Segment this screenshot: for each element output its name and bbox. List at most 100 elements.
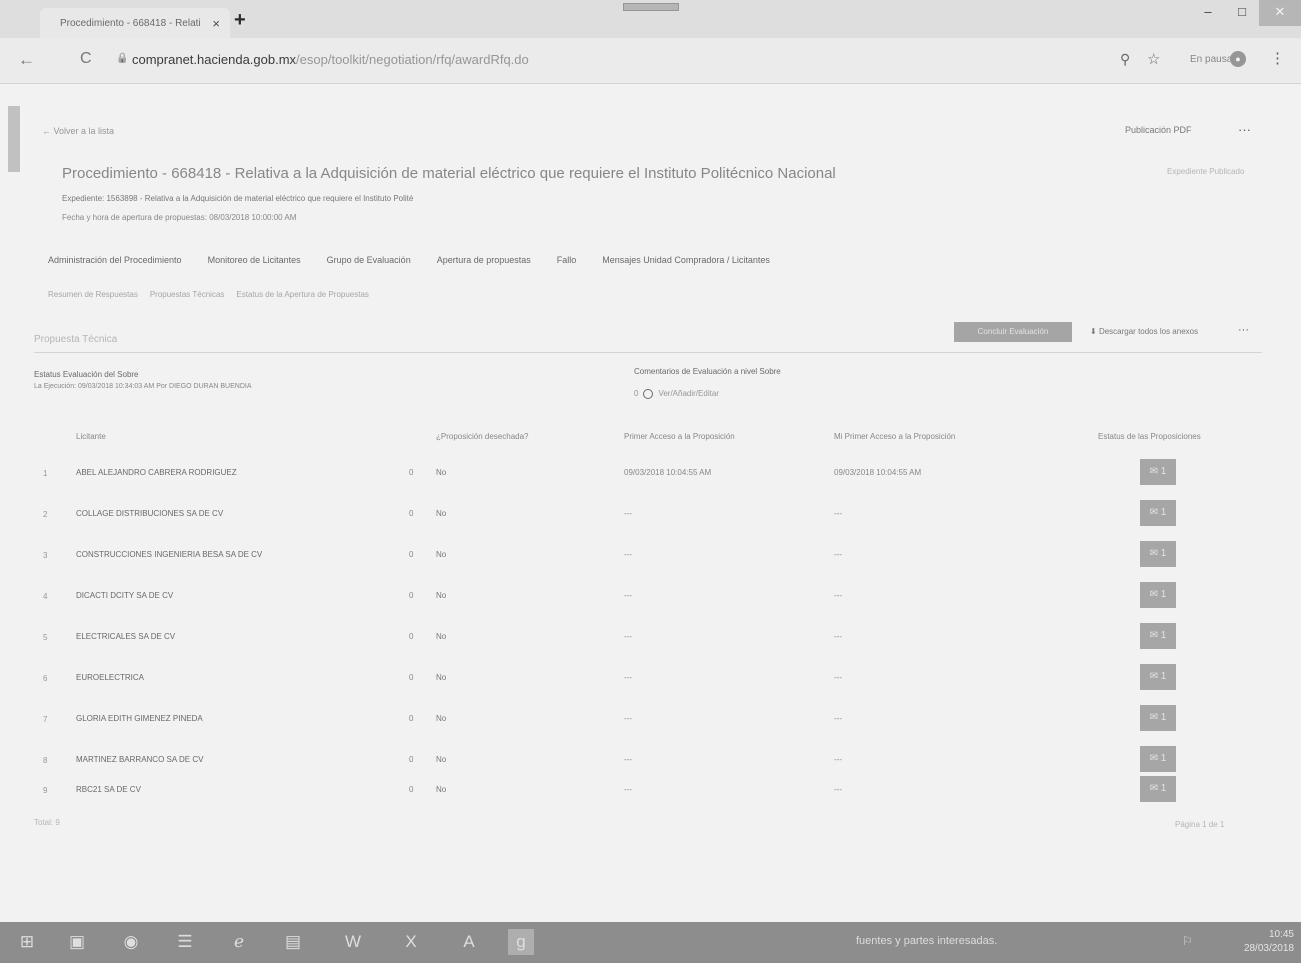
desechada-value: No — [436, 591, 447, 600]
app-r-icon[interactable]: ▣ — [64, 929, 90, 955]
licitante-name[interactable]: COLLAGE DISTRIBUCIONES SA DE CV — [76, 509, 223, 518]
chrome-icon[interactable]: g — [508, 929, 534, 955]
row-count: 0 — [409, 550, 414, 559]
more-options-icon[interactable]: ··· — [1238, 122, 1251, 137]
table-total: Total: 9 — [34, 818, 60, 827]
start-menu-icon[interactable]: ⊞ — [14, 929, 40, 955]
side-feedback-tab[interactable] — [8, 106, 20, 172]
licitante-name[interactable]: EUROELECTRICA — [76, 673, 144, 682]
envelope-status-button[interactable]: ✉ 1 — [1140, 459, 1176, 485]
col-primer-acceso[interactable]: Primer Acceso a la Proposición — [624, 432, 735, 441]
lock-icon[interactable]: 🔒 — [116, 53, 128, 64]
desechada-value: No — [436, 755, 447, 764]
desechada-value: No — [436, 509, 447, 518]
new-tab-button[interactable]: + — [234, 9, 246, 32]
col-desechada[interactable]: ¿Proposición desechada? — [436, 432, 529, 441]
folder-icon[interactable]: ▤ — [280, 929, 306, 955]
tab-title: Procedimiento - 668418 - Relati — [60, 18, 201, 29]
row-number: 1 — [43, 469, 48, 478]
browser-menu-icon[interactable]: ⋮ — [1270, 49, 1285, 67]
tab-fallo[interactable]: Fallo — [557, 255, 577, 265]
file-explorer-icon[interactable]: ☰ — [172, 929, 198, 955]
envelope-status-button[interactable]: ✉ 1 — [1140, 541, 1176, 567]
close-window-button[interactable]: ✕ — [1259, 0, 1301, 26]
envelope-status-button[interactable]: ✉ 1 — [1140, 776, 1176, 802]
avatar[interactable]: ● — [1230, 51, 1246, 67]
publish-pdf-link[interactable]: Publicación PDF — [1125, 125, 1192, 135]
tab-apertura[interactable]: Apertura de propuestas — [437, 255, 531, 265]
licitante-name[interactable]: DICACTI DCITY SA DE CV — [76, 591, 173, 600]
primer-acceso-value: --- — [624, 509, 632, 518]
maximize-button[interactable]: □ — [1225, 0, 1259, 26]
page-title: Procedimiento - 668418 - Relativa a la A… — [62, 165, 836, 182]
conclude-evaluation-button[interactable]: Concluir Evaluación — [954, 322, 1072, 342]
licitante-name[interactable]: MARTINEZ BARRANCO SA DE CV — [76, 755, 203, 764]
sync-paused-label[interactable]: En pausa — [1190, 54, 1232, 65]
subtab-estatus-apertura[interactable]: Estatus de la Apertura de Propuestas — [236, 290, 369, 299]
table-row: 3 CONSTRUCCIONES INGENIERIA BESA SA DE C… — [34, 537, 1262, 578]
taskbar-clock[interactable]: 10:45 28/03/2018 — [1228, 928, 1294, 956]
reload-icon[interactable]: C — [80, 50, 92, 68]
back-arrow-icon[interactable]: ← — [18, 50, 35, 70]
minimize-button[interactable]: – — [1191, 0, 1225, 26]
col-mi-primer-acceso[interactable]: Mi Primer Acceso a la Proposición — [834, 432, 955, 441]
subtab-resumen[interactable]: Resumen de Respuestas — [48, 290, 138, 299]
envelope-status-button[interactable]: ✉ 1 — [1140, 500, 1176, 526]
evaluation-status-value: La Ejecución: 09/03/2018 10:34:03 AM Por… — [34, 383, 252, 390]
col-estatus[interactable]: Estatus de las Proposiciones — [1098, 432, 1201, 441]
primer-acceso-value: --- — [624, 785, 632, 794]
windows-taskbar: ⊞ ▣ ◉ ☰ ℯ ▤ W X A g fuentes y partes int… — [0, 922, 1301, 963]
table-row: 7 GLORIA EDITH GIMENEZ PINEDA 0 No --- -… — [34, 701, 1262, 742]
section-more-icon[interactable]: ··· — [1238, 324, 1249, 336]
row-count: 0 — [409, 673, 414, 682]
download-icon: ⬇ — [1090, 327, 1099, 336]
table-row: 5 ELECTRICALES SA DE CV 0 No --- --- ✉ 1 — [34, 619, 1262, 660]
url-field[interactable]: compranet.hacienda.gob.mx/esop/toolkit/n… — [132, 52, 529, 67]
zoom-icon[interactable]: ⚲ — [1120, 51, 1130, 68]
licitante-name[interactable]: ABEL ALEJANDRO CABRERA RODRIGUEZ — [76, 468, 237, 477]
row-count: 0 — [409, 509, 414, 518]
envelope-status-button[interactable]: ✉ 1 — [1140, 746, 1176, 772]
tab-mensajes[interactable]: Mensajes Unidad Compradora / Licitantes — [602, 255, 770, 265]
envelope-status-button[interactable]: ✉ 1 — [1140, 664, 1176, 690]
row-count: 0 — [409, 785, 414, 794]
tab-monitoreo[interactable]: Monitoreo de Licitantes — [208, 255, 301, 265]
excel-icon[interactable]: X — [398, 929, 424, 955]
col-licitante[interactable]: Licitante — [76, 432, 106, 441]
primer-acceso-value: --- — [624, 591, 632, 600]
subtab-tecnicas[interactable]: Propuestas Técnicas — [150, 290, 225, 299]
licitante-name[interactable]: RBC21 SA DE CV — [76, 785, 141, 794]
mi-primer-acceso-value: --- — [834, 550, 842, 559]
url-path: /esop/toolkit/negotiation/rfq/awardRfq.d… — [296, 52, 529, 67]
row-count: 0 — [409, 755, 414, 764]
tab-administracion[interactable]: Administración del Procedimiento — [48, 255, 182, 265]
download-attachments-link[interactable]: ⬇ Descargar todos los anexos — [1090, 327, 1198, 336]
internet-explorer-icon[interactable]: ℯ — [226, 929, 252, 955]
comments-label: Comentarios de Evaluación a nivel Sobre — [634, 367, 781, 376]
envelope-status-button[interactable]: ✉ 1 — [1140, 582, 1176, 608]
expediente-info: Expediente: 1563898 - Relativa a la Adqu… — [62, 194, 414, 203]
envelope-status-button[interactable]: ✉ 1 — [1140, 623, 1176, 649]
back-to-list-link[interactable]: ← Volver a la lista — [42, 126, 114, 136]
envelope-status-button[interactable]: ✉ 1 — [1140, 705, 1176, 731]
row-number: 7 — [43, 715, 48, 724]
clock-time: 10:45 — [1268, 929, 1294, 940]
secondary-tabs: Resumen de Respuestas Propuestas Técnica… — [48, 290, 381, 299]
tab-close-icon[interactable]: × — [212, 16, 220, 31]
evaluation-status-label: Estatus Evaluación del Sobre — [34, 370, 139, 379]
row-number: 3 — [43, 551, 48, 560]
bookmark-star-icon[interactable]: ☆ — [1147, 50, 1160, 68]
divider — [34, 352, 1262, 353]
tab-grupo-evaluacion[interactable]: Grupo de Evaluación — [327, 255, 411, 265]
media-player-icon[interactable]: ◉ — [118, 929, 144, 955]
licitante-name[interactable]: GLORIA EDITH GIMENEZ PINEDA — [76, 714, 203, 723]
comment-icon — [643, 389, 654, 399]
word-icon[interactable]: W — [340, 929, 366, 955]
comments-link[interactable]: 0 Ver/Añadir/Editar — [634, 389, 719, 399]
licitante-name[interactable]: CONSTRUCCIONES INGENIERIA BESA SA DE CV — [76, 550, 262, 559]
table-row: 2 COLLAGE DISTRIBUCIONES SA DE CV 0 No -… — [34, 496, 1262, 537]
browser-tab[interactable]: Procedimiento - 668418 - Relati × — [40, 8, 230, 38]
acrobat-icon[interactable]: A — [456, 929, 482, 955]
network-icon[interactable]: ⚐ — [1182, 934, 1193, 948]
licitante-name[interactable]: ELECTRICALES SA DE CV — [76, 632, 175, 641]
